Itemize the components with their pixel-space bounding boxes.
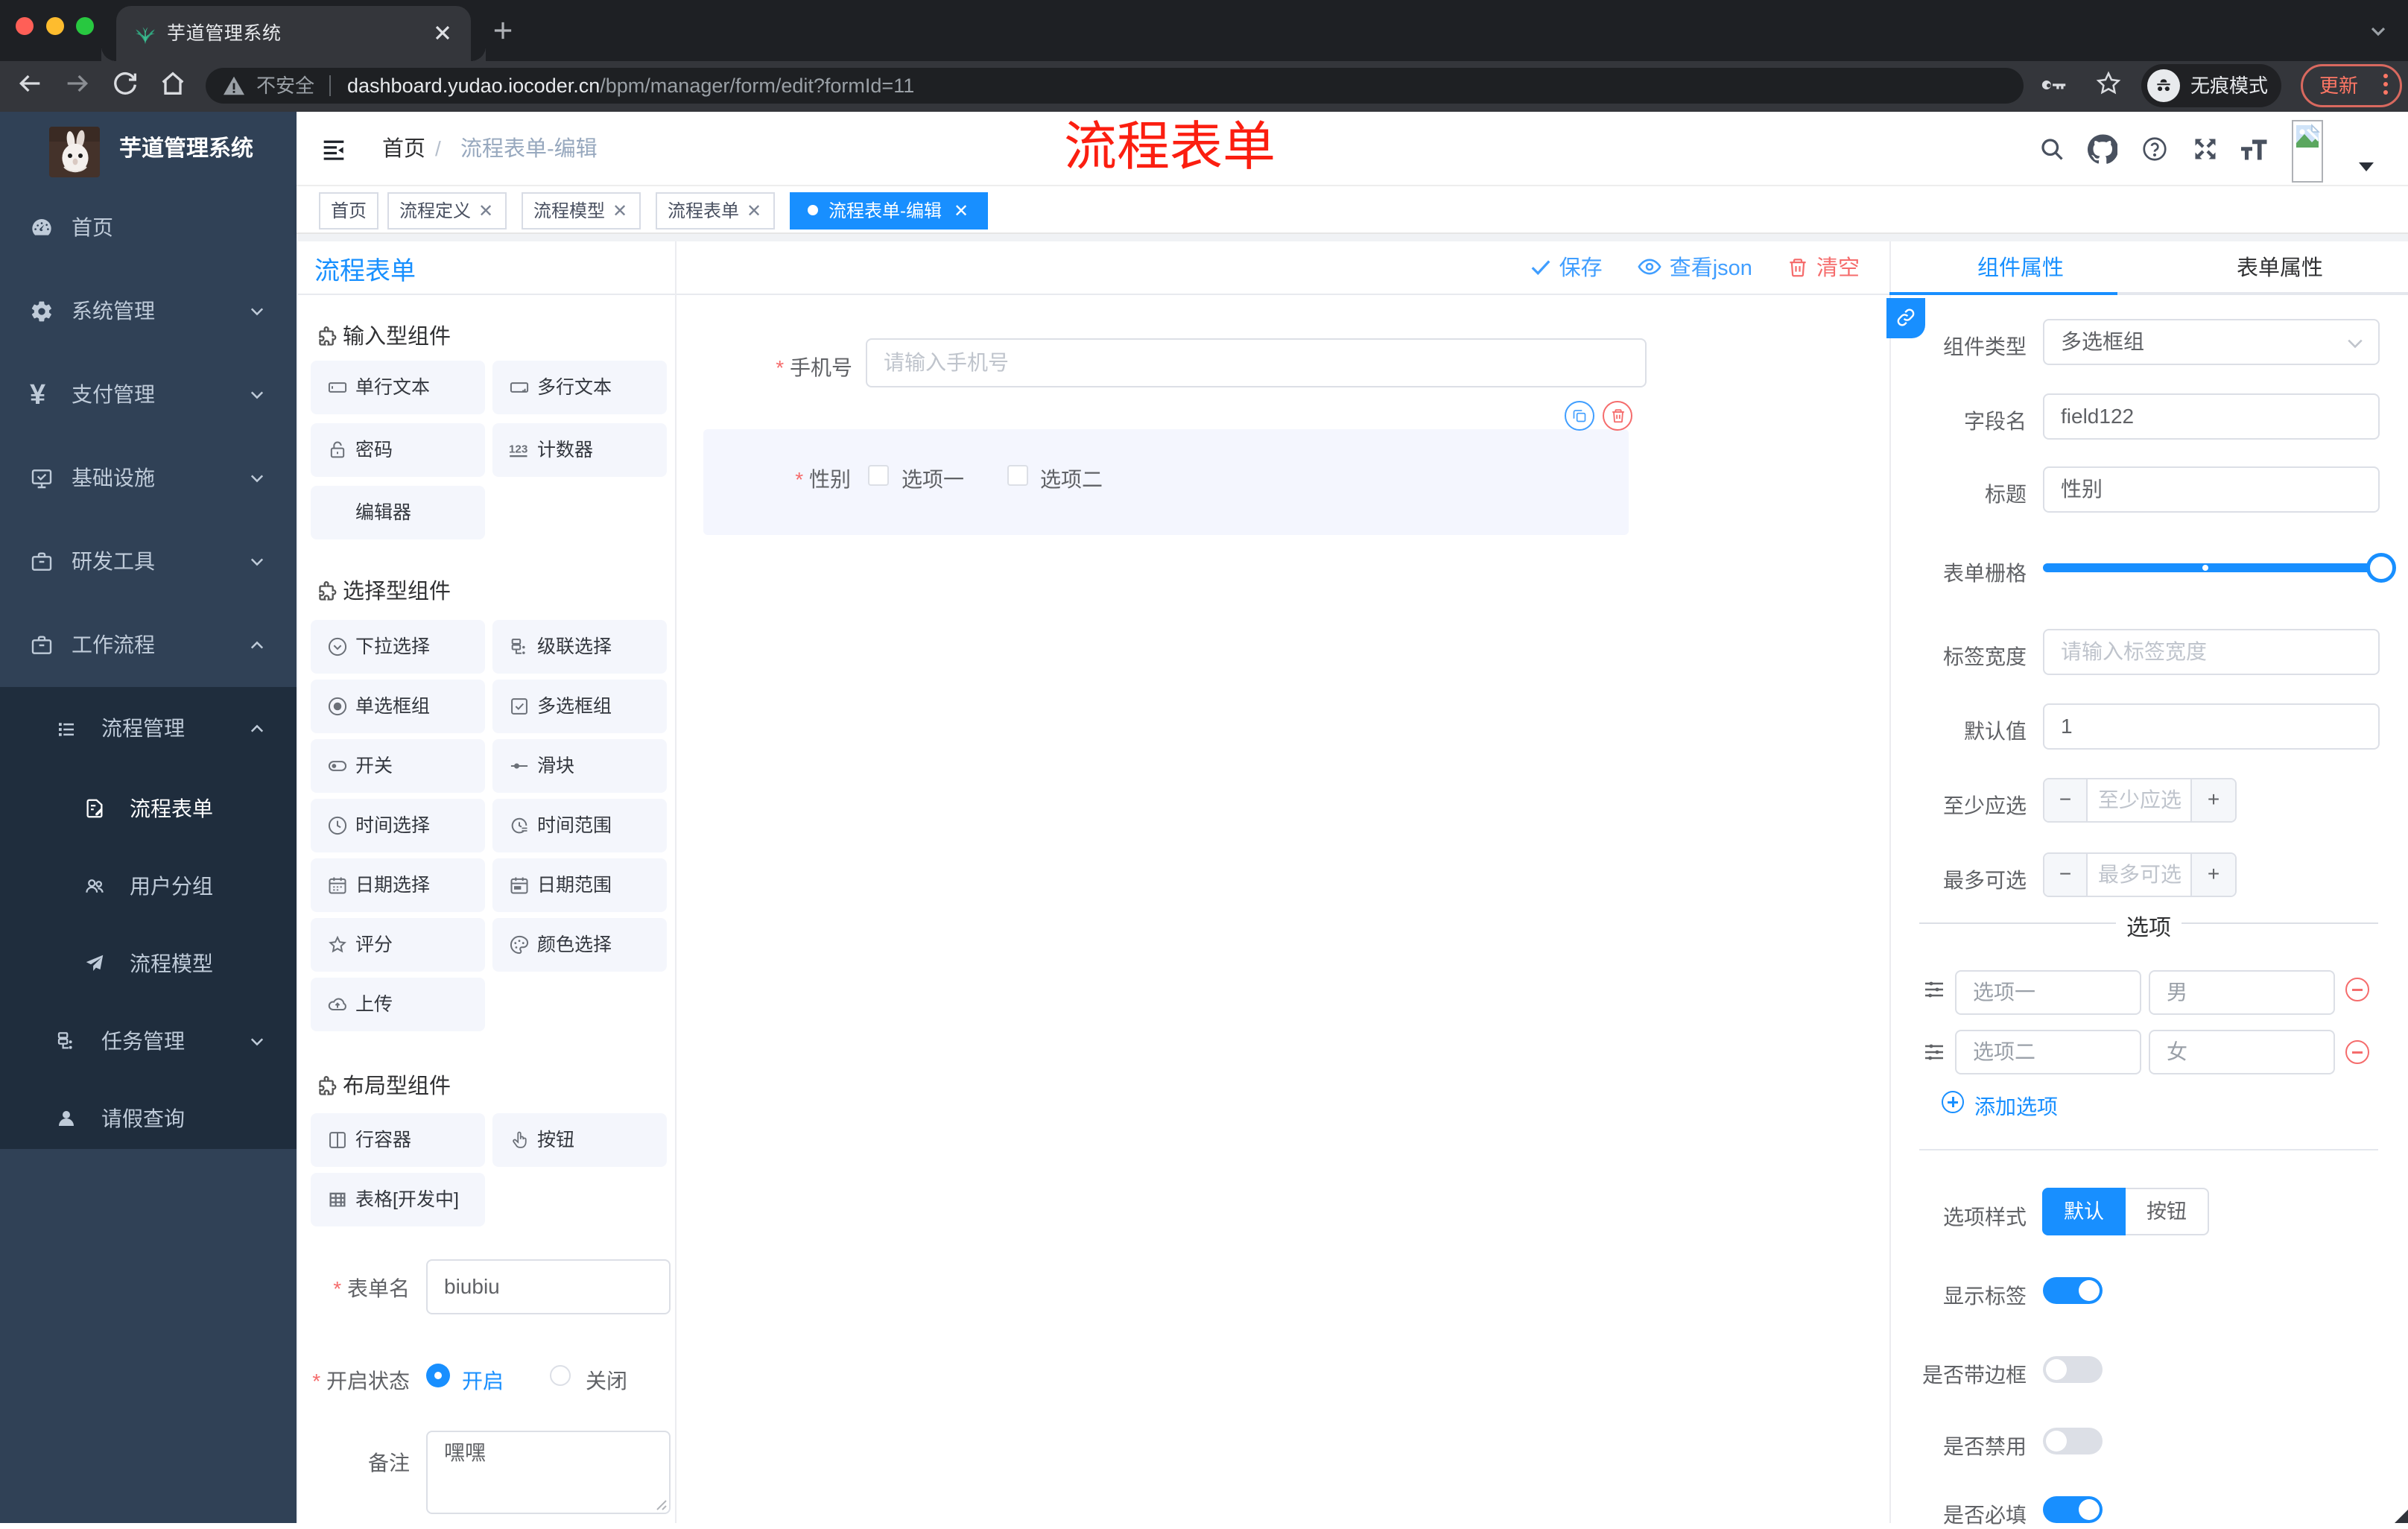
- svg-text:123: 123: [509, 443, 527, 456]
